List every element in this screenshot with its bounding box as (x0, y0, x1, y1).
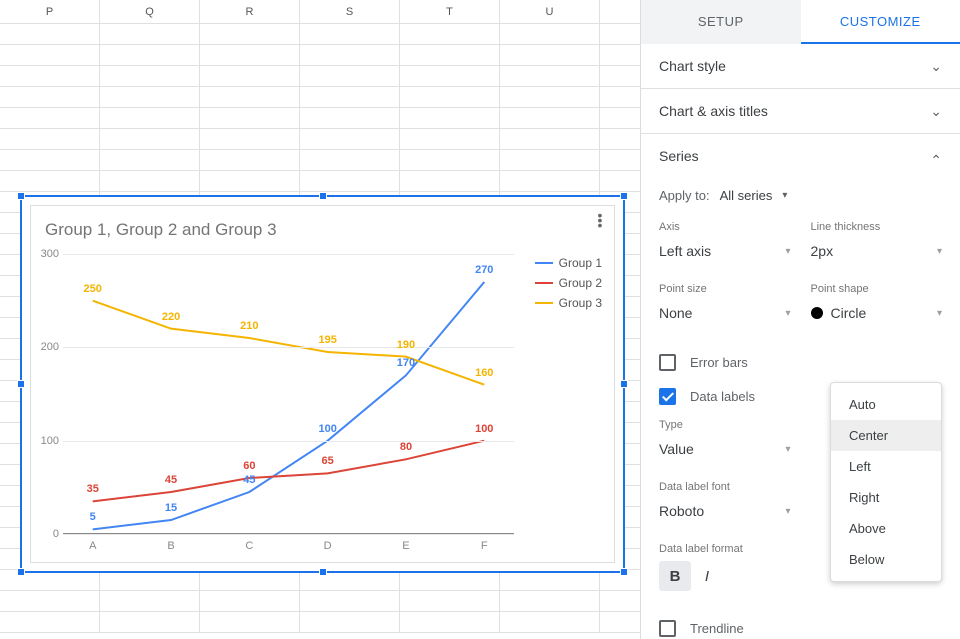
resize-handle[interactable] (319, 192, 327, 200)
italic-button[interactable]: I (691, 561, 723, 591)
section-label: Chart & axis titles (659, 103, 768, 119)
resize-handle[interactable] (17, 380, 25, 388)
point-shape-select[interactable]: Circle▾ (811, 301, 943, 325)
position-option-auto[interactable]: Auto (831, 389, 941, 420)
col-header[interactable]: P (0, 0, 100, 23)
dropdown-icon: ▾ (785, 506, 790, 517)
position-option-above[interactable]: Above (831, 513, 941, 544)
error-bars-checkbox[interactable] (659, 354, 676, 371)
error-bars-label: Error bars (690, 355, 748, 370)
dropdown-icon: ▾ (937, 246, 942, 257)
legend-label: Group 3 (559, 296, 602, 310)
column-headers: P Q R S T U (0, 0, 640, 24)
point-size-label: Point size (659, 283, 791, 295)
legend-label: Group 1 (559, 256, 602, 270)
axis-select[interactable]: Left axis▾ (659, 239, 791, 263)
legend-swatch (535, 302, 553, 304)
resize-handle[interactable] (620, 192, 628, 200)
section-series[interactable]: Series ⌃ (641, 134, 960, 178)
dropdown-icon: ▾ (782, 190, 787, 201)
section-label: Series (659, 148, 699, 164)
legend-swatch (535, 282, 553, 284)
tab-customize[interactable]: CUSTOMIZE (801, 0, 960, 44)
tab-setup[interactable]: SETUP (641, 0, 801, 44)
position-popup: Auto Center Left Right Above Below (830, 382, 942, 582)
type-label: Type (659, 419, 791, 431)
data-label-font-select[interactable]: Roboto▾ (659, 499, 791, 523)
apply-to-value: All series (720, 188, 773, 203)
col-header[interactable]: R (200, 0, 300, 23)
apply-to-label: Apply to: (659, 188, 710, 203)
col-header[interactable]: U (500, 0, 600, 23)
bold-button[interactable]: B (659, 561, 691, 591)
section-chart-axis-titles[interactable]: Chart & axis titles ⌄ (641, 89, 960, 133)
data-labels-checkbox[interactable] (659, 388, 676, 405)
data-label-font-label: Data label font (659, 481, 791, 493)
trendline-checkbox[interactable] (659, 620, 676, 637)
dropdown-icon: ▾ (785, 246, 790, 257)
data-labels-label: Data labels (690, 389, 755, 404)
axis-label: Axis (659, 221, 791, 233)
point-size-select[interactable]: None▾ (659, 301, 791, 325)
line-thickness-select[interactable]: 2px▾ (811, 239, 943, 263)
legend: Group 1 Group 2 Group 3 (535, 256, 602, 316)
trendline-label: Trendline (690, 621, 744, 636)
section-chart-style[interactable]: Chart style ⌄ (641, 44, 960, 88)
dropdown-icon: ▾ (937, 308, 942, 319)
col-header[interactable]: S (300, 0, 400, 23)
point-shape-label: Point shape (811, 283, 943, 295)
apply-to-selector[interactable]: Apply to: All series ▾ (659, 188, 942, 203)
position-option-right[interactable]: Right (831, 482, 941, 513)
circle-icon (811, 307, 823, 319)
resize-handle[interactable] (620, 568, 628, 576)
dropdown-icon: ▾ (785, 444, 790, 455)
resize-handle[interactable] (319, 568, 327, 576)
resize-handle[interactable] (620, 380, 628, 388)
chevron-down-icon: ⌄ (930, 103, 942, 120)
section-label: Chart style (659, 58, 726, 74)
resize-handle[interactable] (17, 568, 25, 576)
chart-object[interactable]: ••• Group 1, Group 2 and Group 3 Group 1… (20, 195, 625, 573)
dropdown-icon: ▾ (785, 308, 790, 319)
resize-handle[interactable] (17, 192, 25, 200)
position-option-below[interactable]: Below (831, 544, 941, 575)
col-header[interactable]: Q (100, 0, 200, 23)
plot-area: 0100200300ABCDEF515451001702703545606580… (63, 254, 514, 534)
position-option-center[interactable]: Center (831, 420, 941, 451)
line-thickness-label: Line thickness (811, 221, 943, 233)
chevron-down-icon: ⌄ (930, 58, 942, 75)
chart-title: Group 1, Group 2 and Group 3 (45, 220, 277, 240)
panel-tabs: SETUP CUSTOMIZE (641, 0, 960, 44)
chart-editor-panel: SETUP CUSTOMIZE Chart style ⌄ Chart & ax… (640, 0, 960, 639)
position-option-left[interactable]: Left (831, 451, 941, 482)
legend-label: Group 2 (559, 276, 602, 290)
chevron-up-icon: ⌃ (930, 152, 942, 169)
type-select[interactable]: Value▾ (659, 437, 791, 461)
legend-swatch (535, 262, 553, 264)
chart-menu-icon[interactable]: ••• (592, 212, 608, 232)
col-header[interactable]: T (400, 0, 500, 23)
